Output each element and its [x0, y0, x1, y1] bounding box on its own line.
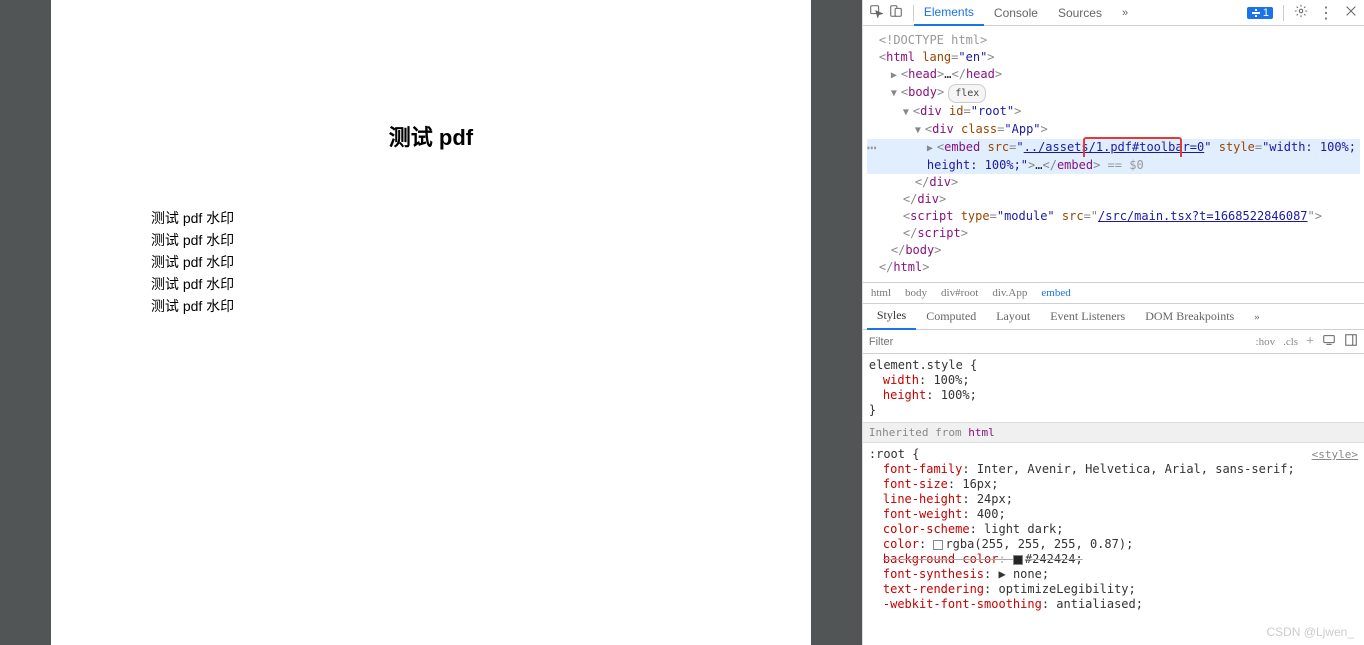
- body-line[interactable]: ▼<body>flex: [867, 84, 1360, 103]
- pdf-watermark-list: 测试 pdf 水印测试 pdf 水印测试 pdf 水印测试 pdf 水印测试 p…: [151, 207, 711, 317]
- inspect-icon[interactable]: [869, 4, 883, 21]
- menu-icon[interactable]: ⋮: [1318, 3, 1334, 23]
- pdf-watermark: 测试 pdf 水印: [151, 251, 711, 273]
- css-property[interactable]: font-size: 16px;: [869, 477, 1358, 492]
- tab-elements[interactable]: Elements: [914, 0, 984, 26]
- app-close[interactable]: </div>: [867, 174, 1360, 191]
- dom-tree[interactable]: <!DOCTYPE html> <html lang="en"> ▶<head>…: [863, 26, 1364, 282]
- root-rule-header[interactable]: :root {<style>: [869, 447, 1358, 462]
- root-div-line[interactable]: ▼<div id="root">: [867, 103, 1360, 121]
- toggle-panel-icon[interactable]: [1344, 333, 1358, 350]
- styles-tabs: Styles Computed Layout Event Listeners D…: [863, 304, 1364, 330]
- pdf-watermark: 测试 pdf 水印: [151, 273, 711, 295]
- new-style-button[interactable]: +: [1306, 334, 1314, 350]
- css-property[interactable]: color: rgba(255, 255, 255, 0.87);: [869, 537, 1358, 552]
- prop-height[interactable]: height: 100%;: [869, 388, 1358, 403]
- ellipsis-icon[interactable]: ⋯: [867, 139, 876, 156]
- rule-close: }: [869, 403, 1358, 418]
- pdf-title: 测试 pdf: [151, 120, 711, 152]
- crumb-app[interactable]: div.App: [992, 287, 1027, 299]
- prop-width[interactable]: width: 100%;: [869, 373, 1358, 388]
- root-close[interactable]: </div>: [867, 191, 1360, 208]
- devtools-toolbar: Elements Console Sources » 1 ⋮: [863, 0, 1364, 26]
- head-line[interactable]: ▶<head>…</head>: [867, 66, 1360, 84]
- body-close[interactable]: </body>: [867, 242, 1360, 259]
- css-property[interactable]: background-color: #242424;: [869, 552, 1358, 567]
- styles-tabs-more[interactable]: »: [1244, 306, 1270, 328]
- crumb-body[interactable]: body: [905, 287, 927, 299]
- tabs-more[interactable]: »: [1112, 2, 1138, 24]
- pdf-page: 测试 pdf 测试 pdf 水印测试 pdf 水印测试 pdf 水印测试 pdf…: [51, 0, 811, 645]
- doctype-line[interactable]: <!DOCTYPE html>: [867, 32, 1360, 49]
- pdf-watermark: 测试 pdf 水印: [151, 229, 711, 251]
- script-line[interactable]: <script type="module" src="/src/main.tsx…: [867, 208, 1360, 225]
- html-close[interactable]: </html>: [867, 259, 1360, 276]
- script-close[interactable]: </script>: [867, 225, 1360, 242]
- settings-icon[interactable]: [1294, 4, 1308, 21]
- embed-line[interactable]: ⋯ ▶<embed src="../assets/1.pdf#toolbar=0…: [867, 139, 1360, 157]
- css-property[interactable]: text-rendering: optimizeLegibility;: [869, 582, 1358, 597]
- breadcrumbs: html body div#root div.App embed: [863, 282, 1364, 304]
- css-property[interactable]: font-synthesis: ▶ none;: [869, 567, 1358, 582]
- tab-styles[interactable]: Styles: [867, 303, 916, 330]
- crumb-html[interactable]: html: [871, 287, 891, 299]
- css-property[interactable]: color-scheme: light dark;: [869, 522, 1358, 537]
- tab-console[interactable]: Console: [984, 1, 1048, 25]
- crumb-root[interactable]: div#root: [941, 287, 978, 299]
- device-toggle-icon[interactable]: [889, 4, 903, 21]
- css-property[interactable]: font-weight: 400;: [869, 507, 1358, 522]
- style-source-link[interactable]: <style>: [1312, 447, 1358, 462]
- tab-event-listeners[interactable]: Event Listeners: [1040, 304, 1135, 329]
- flex-badge[interactable]: flex: [948, 84, 986, 103]
- issues-badge[interactable]: 1: [1247, 7, 1273, 19]
- styles-filter-bar: :hov .cls +: [863, 330, 1364, 354]
- styles-filter-input[interactable]: [869, 336, 1256, 348]
- crumb-embed[interactable]: embed: [1041, 287, 1070, 299]
- device-icon[interactable]: [1322, 333, 1336, 350]
- html-open[interactable]: <html lang="en">: [867, 49, 1360, 66]
- close-icon[interactable]: [1344, 4, 1358, 21]
- tab-sources[interactable]: Sources: [1048, 1, 1112, 25]
- css-property[interactable]: line-height: 24px;: [869, 492, 1358, 507]
- embed-line-2[interactable]: height: 100%;">…</embed> == $0: [867, 157, 1360, 174]
- css-property[interactable]: -webkit-font-smoothing: antialiased;: [869, 597, 1358, 612]
- hov-button[interactable]: :hov: [1256, 336, 1276, 348]
- tab-dom-breakpoints[interactable]: DOM Breakpoints: [1135, 304, 1244, 329]
- css-property[interactable]: font-family: Inter, Avenir, Helvetica, A…: [869, 462, 1358, 477]
- pdf-watermark: 测试 pdf 水印: [151, 295, 711, 317]
- pdf-watermark: 测试 pdf 水印: [151, 207, 711, 229]
- cls-button[interactable]: .cls: [1283, 336, 1298, 348]
- element-style-selector[interactable]: element.style {: [869, 358, 1358, 373]
- devtools-panel: Elements Console Sources » 1 ⋮ <!DOCTYPE…: [862, 0, 1364, 645]
- tab-computed[interactable]: Computed: [916, 304, 986, 329]
- styles-body[interactable]: element.style { width: 100%; height: 100…: [863, 354, 1364, 645]
- csdn-watermark: CSDN @Ljwen_: [1266, 625, 1354, 639]
- tab-layout[interactable]: Layout: [986, 304, 1040, 329]
- pdf-viewer-panel: 测试 pdf 测试 pdf 水印测试 pdf 水印测试 pdf 水印测试 pdf…: [0, 0, 862, 645]
- inherited-from: Inherited from html: [863, 422, 1364, 443]
